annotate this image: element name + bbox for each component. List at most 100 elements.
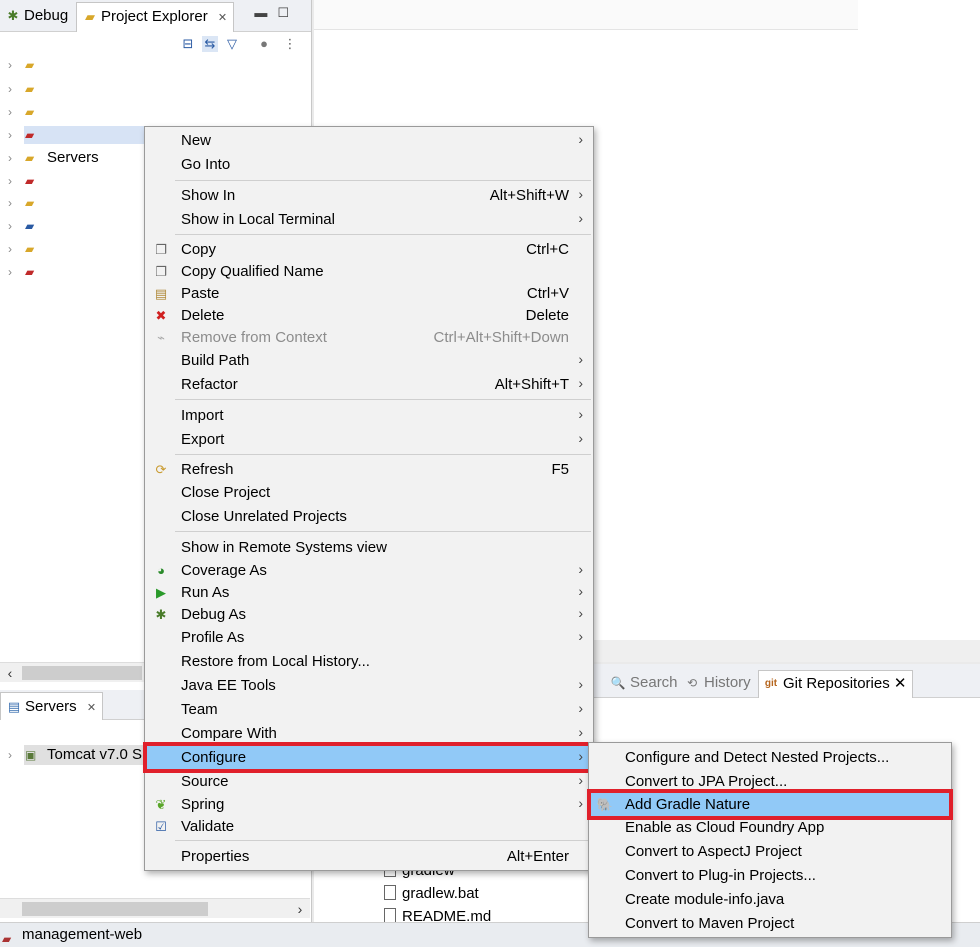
close-icon[interactable]: ✕ [218, 12, 227, 24]
copy-icon: ❐ [155, 264, 167, 279]
menu-item-refresh[interactable]: ⟳ Refresh F5 [147, 458, 591, 481]
file-row[interactable]: gradlew.bat [384, 883, 479, 905]
filter-icon[interactable]: ▽ [224, 36, 240, 52]
submenu-item-convert-to-aspectj[interactable]: Convert to AspectJ Project [591, 840, 949, 863]
tree-item[interactable]: › ▰ [0, 101, 311, 123]
menu-item-java-ee-tools[interactable]: Java EE Tools › [147, 674, 591, 697]
menu-item-shortcut: Ctrl+Alt+Shift+Down [433, 329, 569, 346]
tab-search[interactable]: 🔍 Search [610, 670, 678, 698]
submenu-item-convert-to-plugin[interactable]: Convert to Plug-in Projects... [591, 864, 949, 887]
scrollbar-thumb[interactable] [22, 902, 208, 916]
maximize-icon[interactable]: ☐ [277, 5, 299, 20]
menu-item-copy-qualified-name[interactable]: ❐ Copy Qualified Name [147, 260, 591, 283]
focus-icon[interactable]: ● [256, 36, 272, 52]
menu-item-coverage-as[interactable]: ◕ Coverage As › [147, 559, 591, 582]
tab-history[interactable]: ⟲ History [684, 670, 751, 698]
chevron-right-icon[interactable]: › [8, 124, 12, 146]
submenu-item-add-gradle-nature[interactable]: 🐘 Add Gradle Nature [587, 789, 953, 820]
menu-item-export[interactable]: Export › [147, 428, 591, 451]
chevron-right-icon: › [578, 186, 583, 202]
menu-item-label: Run As [181, 584, 230, 601]
bug-icon: ✱ [155, 607, 167, 622]
menu-item-compare-with[interactable]: Compare With › [147, 722, 591, 745]
maven-project-icon: ▰ [25, 219, 35, 233]
menu-item-debug-as[interactable]: ✱ Debug As › [147, 603, 591, 626]
chevron-right-icon: › [578, 375, 583, 391]
menu-item-close-unrelated-projects[interactable]: Close Unrelated Projects [147, 505, 591, 528]
tab-git-repositories[interactable]: git Git Repositories ✕ [758, 670, 914, 698]
scroll-right-icon[interactable]: › [290, 899, 310, 919]
project-error-icon: ▰ [25, 174, 35, 188]
java-project-icon: ▰ [25, 58, 35, 72]
menu-item-label: Team [181, 701, 218, 718]
menu-item-new[interactable]: New › [147, 129, 591, 152]
chevron-right-icon[interactable]: › [8, 744, 12, 766]
menu-item-configure[interactable]: Configure › [143, 742, 595, 773]
menu-item-show-in-local-terminal[interactable]: Show in Local Terminal › [147, 208, 591, 231]
file-name: gradlew.bat [402, 885, 479, 902]
view-menu-icon[interactable]: ⋮ [282, 36, 298, 52]
chevron-right-icon[interactable]: › [8, 238, 12, 260]
menu-item-restore-from-local-history[interactable]: Restore from Local History... [147, 650, 591, 673]
spring-icon: ❦ [155, 797, 167, 812]
menu-item-go-into[interactable]: Go Into [147, 153, 591, 176]
chevron-right-icon[interactable]: › [8, 215, 12, 237]
menu-item-show-in-remote-systems-view[interactable]: Show in Remote Systems view [147, 536, 591, 559]
close-icon[interactable]: ✕ [894, 675, 907, 692]
chevron-right-icon: › [578, 628, 583, 644]
chevron-right-icon[interactable]: › [8, 147, 12, 169]
menu-item-delete[interactable]: ✖ Delete Delete [147, 304, 591, 327]
chevron-right-icon[interactable]: › [8, 54, 12, 76]
menu-item-copy[interactable]: ❐ Copy Ctrl+C [147, 238, 591, 261]
menu-item-show-in[interactable]: Show In Alt+Shift+W › [147, 184, 591, 207]
horizontal-scrollbar[interactable]: › [0, 898, 310, 918]
menu-item-label: Add Gradle Nature [625, 796, 751, 813]
file-icon [384, 885, 396, 900]
link-editor-icon[interactable]: ⇆ [202, 36, 218, 52]
menu-item-validate[interactable]: ☑ Validate [147, 815, 591, 838]
menu-item-close-project[interactable]: Close Project [147, 481, 591, 504]
chevron-right-icon[interactable]: › [8, 101, 12, 123]
menu-item-properties[interactable]: Properties Alt+Enter [147, 845, 591, 868]
minimize-icon[interactable]: ▬ [254, 5, 277, 20]
close-icon[interactable]: ✕ [87, 702, 96, 714]
menu-item-build-path[interactable]: Build Path › [147, 349, 591, 372]
menu-item-team[interactable]: Team › [147, 698, 591, 721]
collapse-all-icon[interactable]: ⊟ [180, 36, 196, 52]
tree-item-label: Servers [47, 149, 99, 166]
menu-item-label: Convert to JPA Project... [625, 773, 788, 790]
chevron-right-icon[interactable]: › [8, 261, 12, 283]
file-row[interactable]: README.md [384, 906, 491, 922]
menu-separator [175, 840, 591, 841]
menu-item-spring[interactable]: ❦ Spring › [147, 793, 591, 816]
menu-item-paste[interactable]: ▤ Paste Ctrl+V [147, 282, 591, 305]
chevron-right-icon[interactable]: › [8, 78, 12, 100]
scroll-left-icon[interactable]: ‹ [0, 663, 20, 683]
submenu-item-convert-to-jpa[interactable]: Convert to JPA Project... [591, 770, 949, 793]
chevron-right-icon: › [578, 583, 583, 599]
menu-item-import[interactable]: Import › [147, 404, 591, 427]
tab-project-explorer[interactable]: ▰ Project Explorer ✕ [76, 2, 235, 32]
menu-item-label: Show in Local Terminal [181, 211, 335, 228]
chevron-right-icon: › [578, 724, 583, 740]
chevron-right-icon[interactable]: › [8, 192, 12, 214]
editor-header [314, 0, 858, 30]
submenu-item-configure-detect-nested[interactable]: Configure and Detect Nested Projects... [591, 746, 949, 769]
tab-git-repositories-label: Git Repositories [783, 675, 890, 692]
tab-debug[interactable]: ✱ Debug [0, 2, 74, 32]
submenu-item-convert-to-maven[interactable]: Convert to Maven Project [591, 912, 949, 935]
menu-item-source[interactable]: Source › [147, 770, 591, 793]
menu-item-profile-as[interactable]: Profile As › [147, 626, 591, 649]
scrollbar-thumb[interactable] [22, 666, 142, 680]
menu-item-label: Properties [181, 848, 250, 865]
chevron-right-icon[interactable]: › [8, 170, 12, 192]
menu-item-run-as[interactable]: ▶ Run As › [147, 581, 591, 604]
menu-item-label: Paste [181, 285, 220, 302]
menu-item-refactor[interactable]: Refactor Alt+Shift+T › [147, 373, 591, 396]
tree-item[interactable]: › ▰ [0, 78, 311, 100]
tree-item[interactable]: › ▰ [0, 54, 311, 76]
submenu-item-create-module-info[interactable]: Create module-info.java [591, 888, 949, 911]
submenu-item-enable-cloud-foundry[interactable]: Enable as Cloud Foundry App [591, 816, 949, 839]
project-explorer-toolbar: ⊟ ⇆ ▽ ● ⋮ [0, 32, 311, 56]
tab-servers[interactable]: ▤ Servers ✕ [0, 692, 104, 720]
